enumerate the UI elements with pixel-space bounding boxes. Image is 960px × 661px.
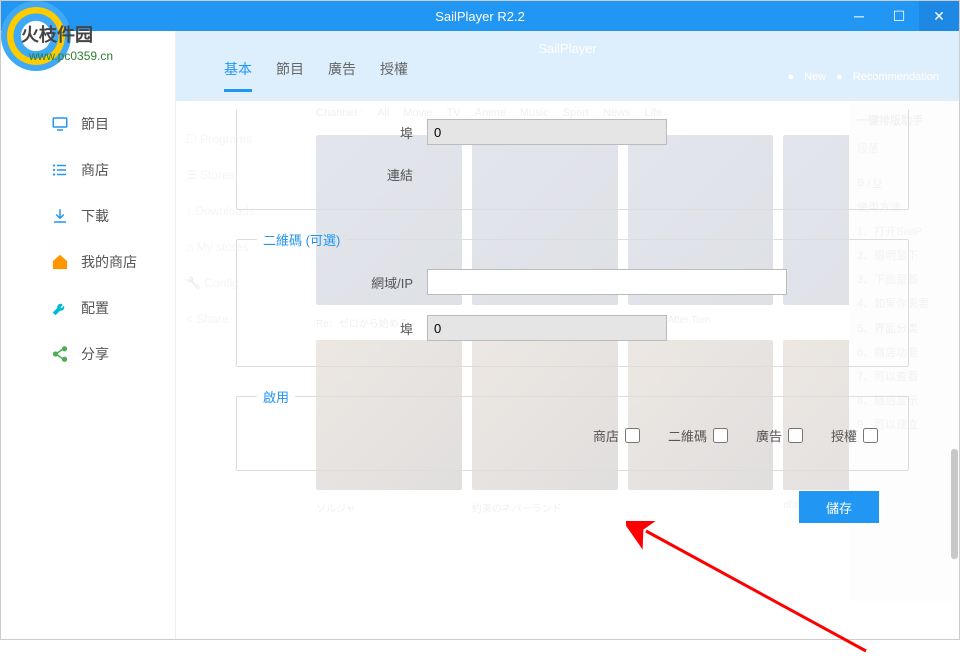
enable-legend: 啟用 <box>257 387 295 406</box>
scrollbar-thumb[interactable] <box>951 449 958 559</box>
check-ads-box[interactable] <box>788 428 803 443</box>
group-enable: 啟用 商店 二維碼 廣告 授權 <box>236 387 909 471</box>
settings-panel: 埠 連結 二維碼 (可選) 網域/IP 埠 啟用 <box>196 99 939 533</box>
sidebar-item-label: 下載 <box>81 206 109 226</box>
sidebar-item-programs[interactable]: 節目 <box>1 101 175 147</box>
sidebar-item-label: 我的商店 <box>81 252 137 272</box>
close-button[interactable]: ✕ <box>919 1 959 31</box>
qrcode-legend: 二維碼 (可選) <box>257 230 346 249</box>
annotation-arrow <box>626 521 886 661</box>
sidebar-item-my-stores[interactable]: 我的商店 <box>1 239 175 285</box>
sidebar-item-downloads[interactable]: 下載 <box>1 193 175 239</box>
port-input[interactable] <box>427 119 667 145</box>
minimize-button[interactable]: ─ <box>839 1 879 31</box>
wrench-icon <box>51 299 69 317</box>
sidebar-item-config[interactable]: 配置 <box>1 285 175 331</box>
check-qrcode-box[interactable] <box>713 428 728 443</box>
sidebar-item-label: 分享 <box>81 344 109 364</box>
save-button[interactable]: 儲存 <box>799 491 879 523</box>
check-ads[interactable]: 廣告 <box>756 426 803 445</box>
titlebar: SailPlayer R2.2 ─ ☐ ✕ <box>1 1 959 31</box>
sidebar-item-share[interactable]: 分享 <box>1 331 175 377</box>
tab-basic[interactable]: 基本 <box>224 59 252 92</box>
download-icon <box>51 207 69 225</box>
check-license[interactable]: 授權 <box>831 426 878 445</box>
share-icon <box>51 345 69 363</box>
sidebar-item-stores[interactable]: 商店 <box>1 147 175 193</box>
tab-programs[interactable]: 節目 <box>276 59 304 92</box>
maximize-button[interactable]: ☐ <box>879 1 919 31</box>
sidebar-item-label: 配置 <box>81 298 109 318</box>
window-controls: ─ ☐ ✕ <box>839 1 959 31</box>
settings-tabs: 基本 節目 廣告 授權 <box>196 41 939 99</box>
group-connection: 埠 連結 <box>236 109 909 210</box>
monitor-icon <box>51 115 69 133</box>
domain-label: 網域/IP <box>257 273 427 292</box>
watermark-logo: 火枝件园 www.pc0359.cn <box>1 1 71 71</box>
port-label: 埠 <box>257 123 427 142</box>
check-license-box[interactable] <box>863 428 878 443</box>
list-icon <box>51 161 69 179</box>
qrcode-port-label: 埠 <box>257 319 427 338</box>
group-qrcode: 二維碼 (可選) 網域/IP 埠 <box>236 230 909 367</box>
home-icon <box>51 253 69 271</box>
app-title: SailPlayer R2.2 <box>435 9 525 24</box>
tab-license[interactable]: 授權 <box>380 59 408 92</box>
check-qrcode[interactable]: 二維碼 <box>668 426 728 445</box>
link-label: 連結 <box>257 165 427 184</box>
qrcode-port-input[interactable] <box>427 315 667 341</box>
tab-ads[interactable]: 廣告 <box>328 59 356 92</box>
check-store[interactable]: 商店 <box>593 426 640 445</box>
sidebar-item-label: 節目 <box>81 114 109 134</box>
sidebar-item-label: 商店 <box>81 160 109 180</box>
sidebar: 節目 商店 下載 我的商店 配置 分享 <box>1 31 176 639</box>
domain-input[interactable] <box>427 269 787 295</box>
check-store-box[interactable] <box>625 428 640 443</box>
